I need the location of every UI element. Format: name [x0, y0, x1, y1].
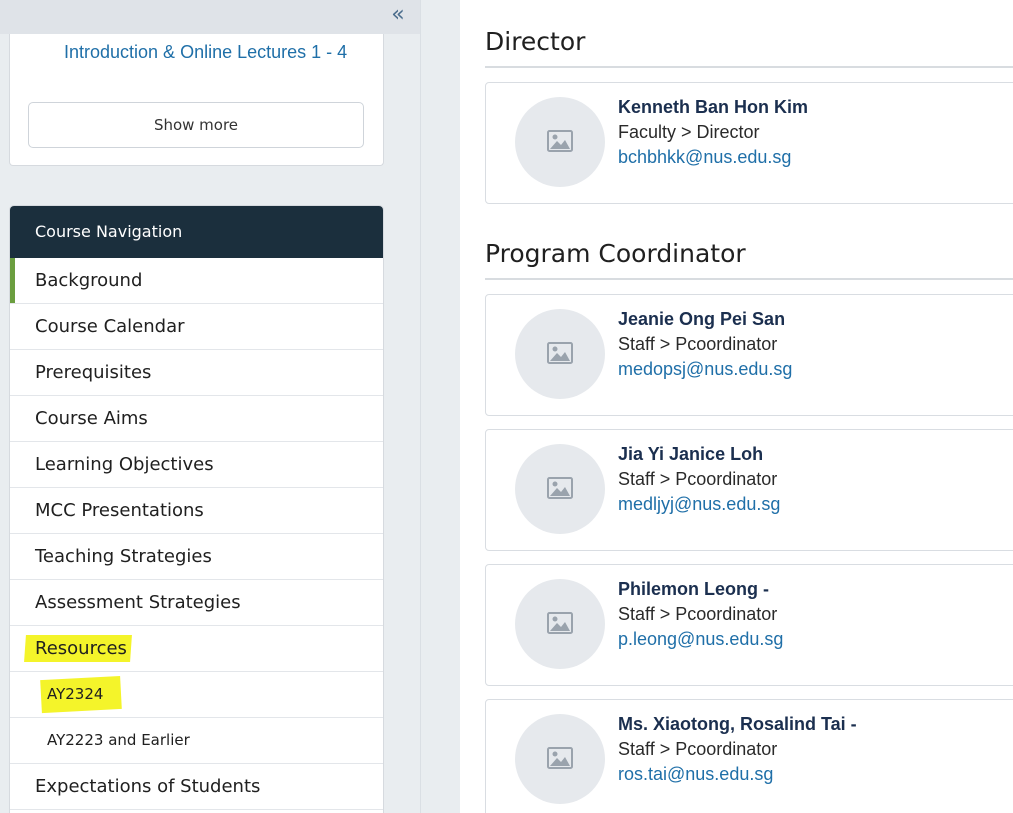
- person-card: Jia Yi Janice Loh Staff > Pcoordinator med…: [485, 429, 1013, 551]
- course-navigation-header: Course Navigation: [10, 206, 383, 258]
- nav-item-prerequisites[interactable]: Prerequisites: [10, 350, 383, 396]
- person-name: Jia Yi Janice Loh: [618, 444, 764, 464]
- avatar: [515, 714, 605, 804]
- nav-item-resources[interactable]: Resources: [10, 626, 383, 672]
- person-role: Staff > Pcoordinator: [618, 739, 778, 759]
- highlight-mark: AY2324: [47, 672, 103, 717]
- person-card: Ms. Xiaotong, Rosalind Tai - Staff > Pcoo…: [485, 699, 1013, 813]
- nav-item-label: AY2324: [47, 685, 104, 703]
- person-card: Jeanie Ong Pei San Staff > Pcoordinator me…: [485, 294, 1013, 416]
- nav-item-label: Expectations of Students: [35, 776, 261, 797]
- nav-item-label: Learning Objectives: [35, 454, 214, 475]
- course-navigation: Course Navigation Background Course Calen…: [9, 205, 384, 813]
- nav-item-mcc-presentations[interactable]: MCC Presentations: [10, 488, 383, 534]
- avatar: [515, 444, 605, 534]
- content-card: Introduction & Online Lectures 1 - 4 Sho…: [9, 34, 384, 166]
- nav-item-label: Background: [35, 270, 143, 291]
- nav-item-label: Teaching Strategies: [35, 546, 212, 567]
- nav-item-teaching-strategies[interactable]: Teaching Strategies: [10, 534, 383, 580]
- nav-item-learning-objectives[interactable]: Learning Objectives: [10, 442, 383, 488]
- nav-item-label: Assessment Strategies: [35, 592, 241, 613]
- person-role: Staff > Pcoordinator: [618, 334, 778, 354]
- content-link[interactable]: Introduction & Online Lectures 1 - 4: [64, 40, 364, 65]
- nav-item-label: MCC Presentations: [35, 500, 204, 521]
- person-email-link[interactable]: medopsj@nus.edu.sg: [618, 359, 792, 380]
- left-sidebar: « Introduction & Online Lectures 1 - 4 S…: [0, 0, 420, 813]
- person-name: Kenneth Ban Hon Kim: [618, 97, 809, 117]
- main-content: Director Kenneth Ban Hon Kim Faculty > Di…: [460, 0, 1013, 813]
- nav-item-expectations-of-students[interactable]: Expectations of Students: [10, 764, 383, 810]
- nav-item-ay2223-and-earlier[interactable]: AY2223 and Earlier: [10, 718, 383, 764]
- nav-item-label: Course Calendar: [35, 316, 185, 337]
- course-navigation-list: Background Course Calendar Prerequisites Co…: [10, 258, 383, 810]
- show-more-button[interactable]: Show more: [28, 102, 364, 148]
- person-email-link[interactable]: p.leong@nus.edu.sg: [618, 629, 783, 650]
- highlight-mark: Resources: [35, 626, 127, 671]
- person-role: Staff > Pcoordinator: [618, 469, 778, 489]
- nav-item-course-calendar[interactable]: Course Calendar: [10, 304, 383, 350]
- double-chevron-left-icon[interactable]: «: [385, 2, 411, 30]
- person-email-link[interactable]: ros.tai@nus.edu.sg: [618, 764, 773, 785]
- person-card: Philemon Leong - Staff > Pcoordinator p.le…: [485, 564, 1013, 686]
- sidebar-collapse-bar: «: [0, 0, 420, 34]
- person-name: Philemon Leong -: [618, 579, 769, 599]
- avatar: [515, 309, 605, 399]
- person-name: Ms. Xiaotong, Rosalind Tai -: [618, 714, 857, 734]
- section-title-director: Director: [485, 27, 586, 56]
- person-role: Staff > Pcoordinator: [618, 604, 778, 624]
- person-card: Kenneth Ban Hon Kim Faculty > Director bch…: [485, 82, 1013, 204]
- nav-item-label: Resources: [35, 638, 127, 659]
- avatar: [515, 579, 605, 669]
- nav-item-ay2324[interactable]: AY2324: [10, 672, 383, 718]
- person-role: Faculty > Director: [618, 122, 760, 142]
- nav-item-background[interactable]: Background: [10, 258, 383, 304]
- column-gutter: [420, 0, 460, 813]
- person-email-link[interactable]: bchbhkk@nus.edu.sg: [618, 147, 791, 168]
- nav-item-course-aims[interactable]: Course Aims: [10, 396, 383, 442]
- person-email-link[interactable]: medljyj@nus.edu.sg: [618, 494, 780, 515]
- section-divider: [485, 278, 1013, 280]
- nav-item-label: AY2223 and Earlier: [47, 731, 190, 749]
- nav-item-label: Prerequisites: [35, 362, 152, 383]
- person-name: Jeanie Ong Pei San: [618, 309, 786, 329]
- section-title-program-coordinator: Program Coordinator: [485, 239, 746, 268]
- section-divider: [485, 66, 1013, 68]
- nav-item-label: Course Aims: [35, 408, 148, 429]
- nav-item-assessment-strategies[interactable]: Assessment Strategies: [10, 580, 383, 626]
- avatar: [515, 97, 605, 187]
